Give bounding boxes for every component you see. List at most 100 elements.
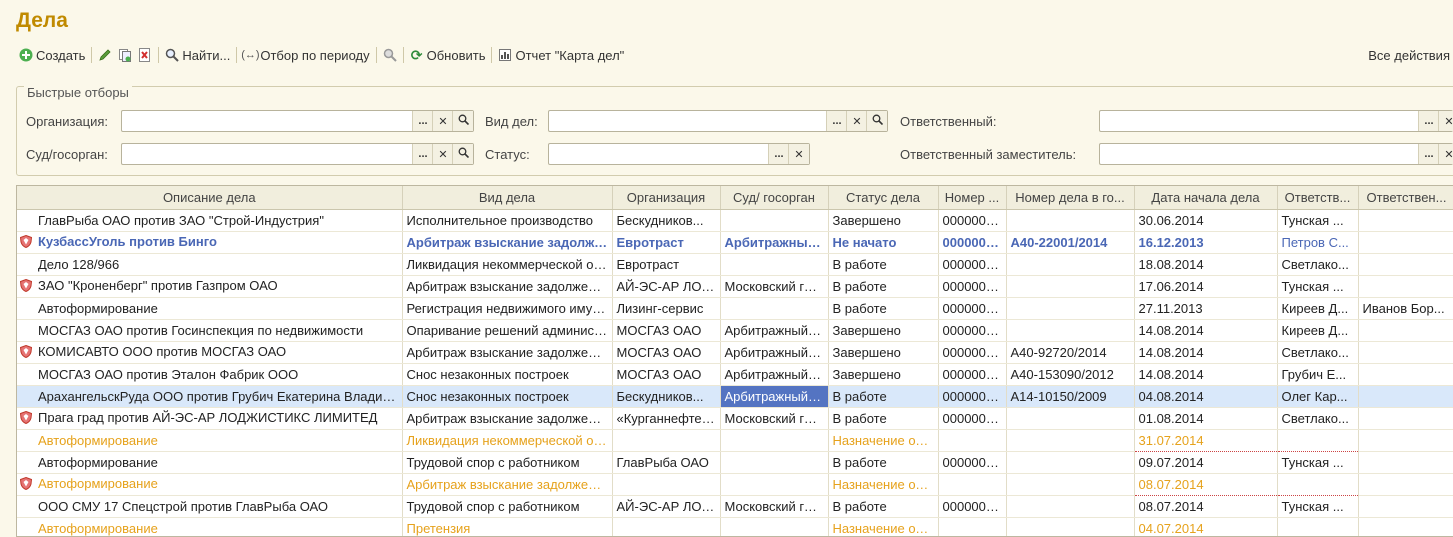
table-cell[interactable]: Иванов Бор... (1358, 297, 1453, 320)
delete-button[interactable] (135, 45, 155, 65)
table-cell[interactable] (1358, 517, 1453, 536)
table-cell[interactable]: ООО СМУ 17 Спецстрой против ГлавРыба ОАО (17, 495, 403, 518)
table-cell[interactable]: Снос незаконных построек (402, 363, 613, 386)
column-header[interactable]: Описание дела (17, 186, 403, 210)
table-row[interactable]: Автоформирование Арбитраж взыскание задол… (17, 473, 1453, 496)
table-cell[interactable]: Завершено (828, 209, 939, 232)
table-cell[interactable]: МОСГАЗ ОАО (612, 341, 721, 364)
table-cell[interactable] (1006, 451, 1135, 474)
table-cell[interactable] (1358, 275, 1453, 298)
deputy-select-button[interactable]: ... (1418, 144, 1439, 164)
table-row[interactable]: ЗАО "Кроненберг" против Газпром ОАО Арбит… (17, 275, 1453, 298)
table-cell[interactable]: А14-10150/2009 (1006, 385, 1135, 408)
column-header[interactable]: Номер дела в го... (1006, 186, 1135, 210)
table-cell[interactable]: 0000000... (938, 495, 1007, 518)
court-select-button[interactable]: ... (412, 144, 433, 164)
table-row[interactable]: Дело 128/966 Ликвидация некоммерческой ор… (17, 253, 1453, 276)
table-cell[interactable] (1358, 407, 1453, 430)
table-cell[interactable]: Завершено (828, 319, 939, 342)
table-cell[interactable]: 0000000... (938, 231, 1007, 254)
cases-table[interactable]: Описание дела Вид дела Организация Суд/ … (16, 185, 1453, 537)
table-cell[interactable] (612, 429, 721, 452)
table-cell[interactable]: Московский городской суд (720, 495, 829, 518)
table-cell[interactable]: 0000000... (938, 385, 1007, 408)
table-cell[interactable] (1006, 297, 1135, 320)
table-cell[interactable] (1358, 253, 1453, 276)
table-cell[interactable]: Автоформирование (17, 297, 403, 320)
table-cell[interactable]: Завершено (828, 363, 939, 386)
create-button[interactable]: Создать (16, 45, 88, 65)
table-cell[interactable] (1006, 407, 1135, 430)
table-cell[interactable]: Грубич Е... (1277, 363, 1359, 386)
deputy-clear-button[interactable]: ✕ (1438, 144, 1453, 164)
table-cell[interactable]: 04.07.2014 (1134, 517, 1278, 536)
table-cell[interactable] (938, 429, 1007, 452)
table-cell[interactable]: Арбитраж взыскание задолженности (402, 275, 613, 298)
table-cell[interactable]: «Курганнефтепродукт» (612, 407, 721, 430)
edit-button[interactable] (95, 45, 115, 65)
clear-search-button[interactable] (380, 45, 400, 65)
table-cell[interactable]: Арбитражный суд (720, 385, 829, 408)
table-cell[interactable]: КОМИСАВТО ООО против МОСГАЗ ОАО (17, 341, 403, 364)
table-cell[interactable] (720, 209, 829, 232)
table-row[interactable]: ООО СМУ 17 Спецстрой против ГлавРыба ОАО… (17, 495, 1453, 518)
table-cell[interactable]: В работе (828, 451, 939, 474)
table-cell[interactable]: 0000000... (938, 209, 1007, 232)
case-type-clear-button[interactable]: ✕ (846, 111, 867, 131)
case-type-select-button[interactable]: ... (826, 111, 847, 131)
table-cell[interactable]: Московский городской суд (720, 407, 829, 430)
court-clear-button[interactable]: ✕ (432, 144, 453, 164)
table-cell[interactable]: Ликвидация некоммерческой организации (402, 429, 613, 452)
table-cell[interactable]: 09.07.2014 (1134, 451, 1278, 474)
table-cell[interactable]: Тунская ... (1277, 275, 1359, 298)
table-cell[interactable] (1358, 341, 1453, 364)
status-select-button[interactable]: ... (768, 144, 789, 164)
table-cell[interactable]: ЗАО "Кроненберг" против Газпром ОАО (17, 275, 403, 298)
table-cell[interactable]: Завершено (828, 341, 939, 364)
court-search-button[interactable] (452, 144, 473, 164)
case-type-search-button[interactable] (866, 111, 887, 131)
table-row[interactable]: ГлавРыба ОАО против ЗАО "Строй-Индустрия… (17, 209, 1453, 232)
table-cell[interactable]: Бескудников... (612, 209, 721, 232)
table-cell[interactable]: МОСГАЗ ОАО (612, 319, 721, 342)
table-cell[interactable] (1006, 209, 1135, 232)
table-cell[interactable] (720, 429, 829, 452)
table-cell[interactable]: 14.08.2014 (1134, 341, 1278, 364)
table-row[interactable]: Автоформирование Претензия Назначение отве… (17, 517, 1453, 536)
table-cell[interactable]: 14.08.2014 (1134, 319, 1278, 342)
table-cell[interactable]: АЙ-ЭС-АР ЛОДЖИСТИКС (612, 275, 721, 298)
column-header[interactable]: Вид дела (402, 186, 613, 210)
table-cell[interactable]: Автоформирование (17, 451, 403, 474)
table-cell[interactable]: 14.08.2014 (1134, 363, 1278, 386)
table-cell[interactable] (1358, 363, 1453, 386)
table-cell[interactable] (1277, 473, 1359, 496)
table-cell[interactable]: Бескудников... (612, 385, 721, 408)
table-cell[interactable]: Светлако... (1277, 407, 1359, 430)
table-cell[interactable]: ГлавРыба ОАО против ЗАО "Строй-Индустрия… (17, 209, 403, 232)
table-cell[interactable]: 31.07.2014 (1134, 429, 1278, 452)
refresh-button[interactable]: ⟳ Обновить (407, 45, 489, 65)
table-cell[interactable] (1277, 429, 1359, 452)
table-cell[interactable] (1358, 385, 1453, 408)
table-cell[interactable] (1006, 319, 1135, 342)
table-cell[interactable]: Киреев Д... (1277, 297, 1359, 320)
table-cell[interactable] (720, 253, 829, 276)
table-cell[interactable]: Евротраст (612, 231, 721, 254)
table-cell[interactable]: Тунская ... (1277, 451, 1359, 474)
table-cell[interactable]: МОСГАЗ ОАО (612, 363, 721, 386)
table-cell[interactable]: КузбассУголь против Бинго (17, 231, 403, 254)
column-header[interactable]: Организация (612, 186, 721, 210)
table-cell[interactable]: Арбитраж взыскание задолженности (402, 407, 613, 430)
table-cell[interactable]: АрахангельскРуда ООО против Грубич Екате… (17, 385, 403, 408)
table-cell[interactable]: 27.11.2013 (1134, 297, 1278, 320)
table-cell[interactable]: Тунская ... (1277, 209, 1359, 232)
table-cell[interactable] (720, 517, 829, 536)
table-cell[interactable]: А40-22001/2014 (1006, 231, 1135, 254)
case-type-field[interactable]: ... ✕ (548, 110, 888, 132)
column-header[interactable]: Ответств... (1277, 186, 1359, 210)
table-cell[interactable]: Арбитражный суд (720, 363, 829, 386)
table-cell[interactable] (720, 473, 829, 496)
table-cell[interactable] (1358, 231, 1453, 254)
organization-search-button[interactable] (452, 111, 473, 131)
table-cell[interactable] (1358, 495, 1453, 518)
